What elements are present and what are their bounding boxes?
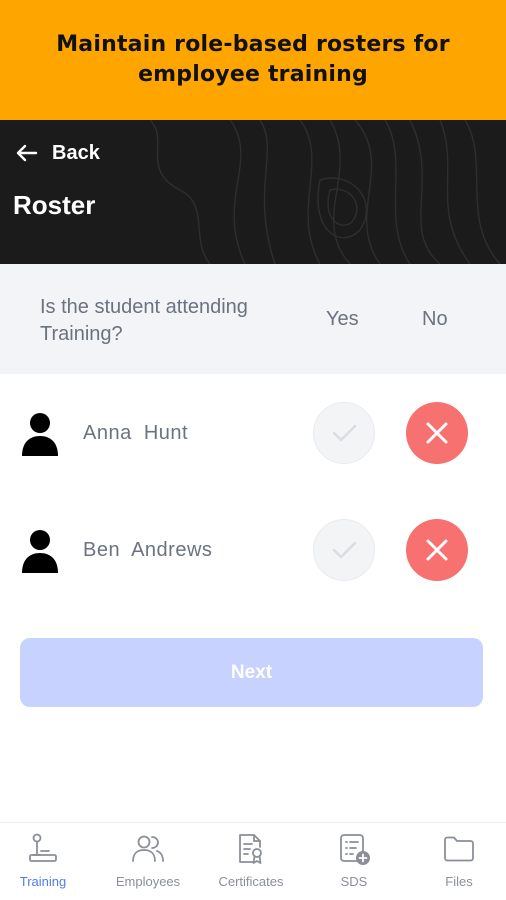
- nav-label: SDS: [340, 874, 368, 889]
- arrow-left-icon: [16, 144, 38, 162]
- nav-item-files[interactable]: Files: [409, 823, 506, 900]
- promo-banner: Maintain role-based rosters for employee…: [0, 0, 506, 120]
- attending-yes-button[interactable]: [313, 519, 375, 581]
- attendance-question: Is the student attending Training?: [40, 296, 248, 345]
- sds-icon: [340, 834, 370, 865]
- close-icon: [426, 539, 448, 561]
- no-column-header: No: [422, 308, 448, 330]
- back-label: Back: [52, 141, 100, 164]
- attendance-question-band: Is the student attending Training? Yes N…: [0, 264, 506, 374]
- student-row: Anna Hunt: [0, 384, 506, 484]
- nav-item-sds[interactable]: SDS: [304, 823, 404, 900]
- back-button[interactable]: Back: [14, 140, 100, 166]
- roster-header: Back Roster: [0, 120, 506, 264]
- student-name: Anna Hunt: [83, 422, 189, 444]
- attending-no-button[interactable]: [406, 519, 468, 581]
- student-name: Ben Andrews: [83, 539, 213, 561]
- person-icon: [22, 530, 58, 573]
- training-icon: [29, 833, 57, 862]
- attending-yes-button[interactable]: [313, 402, 375, 464]
- nav-label: Certificates: [218, 874, 284, 889]
- close-icon: [426, 422, 448, 444]
- folder-icon: [444, 836, 474, 862]
- nav-label: Training: [19, 874, 67, 889]
- yes-column-header: Yes: [326, 308, 359, 330]
- next-button[interactable]: Next: [20, 638, 483, 707]
- checkmark-icon: [332, 424, 357, 442]
- page-title: Roster: [13, 190, 96, 220]
- employees-icon: [132, 835, 164, 862]
- bottom-navigation: Training Employees Certificates SDS File…: [0, 822, 506, 900]
- nav-label: Files: [445, 874, 473, 889]
- person-icon: [22, 413, 58, 456]
- student-row: Ben Andrews: [0, 501, 506, 601]
- nav-item-certificates[interactable]: Certificates: [201, 823, 301, 900]
- next-button-label: Next: [230, 661, 273, 683]
- attending-no-button[interactable]: [406, 402, 468, 464]
- nav-item-training[interactable]: Training: [0, 823, 93, 900]
- checkmark-icon: [332, 541, 357, 559]
- promo-banner-text: Maintain role-based rosters for employee…: [56, 32, 450, 87]
- nav-item-employees[interactable]: Employees: [98, 823, 198, 900]
- nav-label: Employees: [115, 874, 181, 889]
- certificate-icon: [239, 834, 262, 864]
